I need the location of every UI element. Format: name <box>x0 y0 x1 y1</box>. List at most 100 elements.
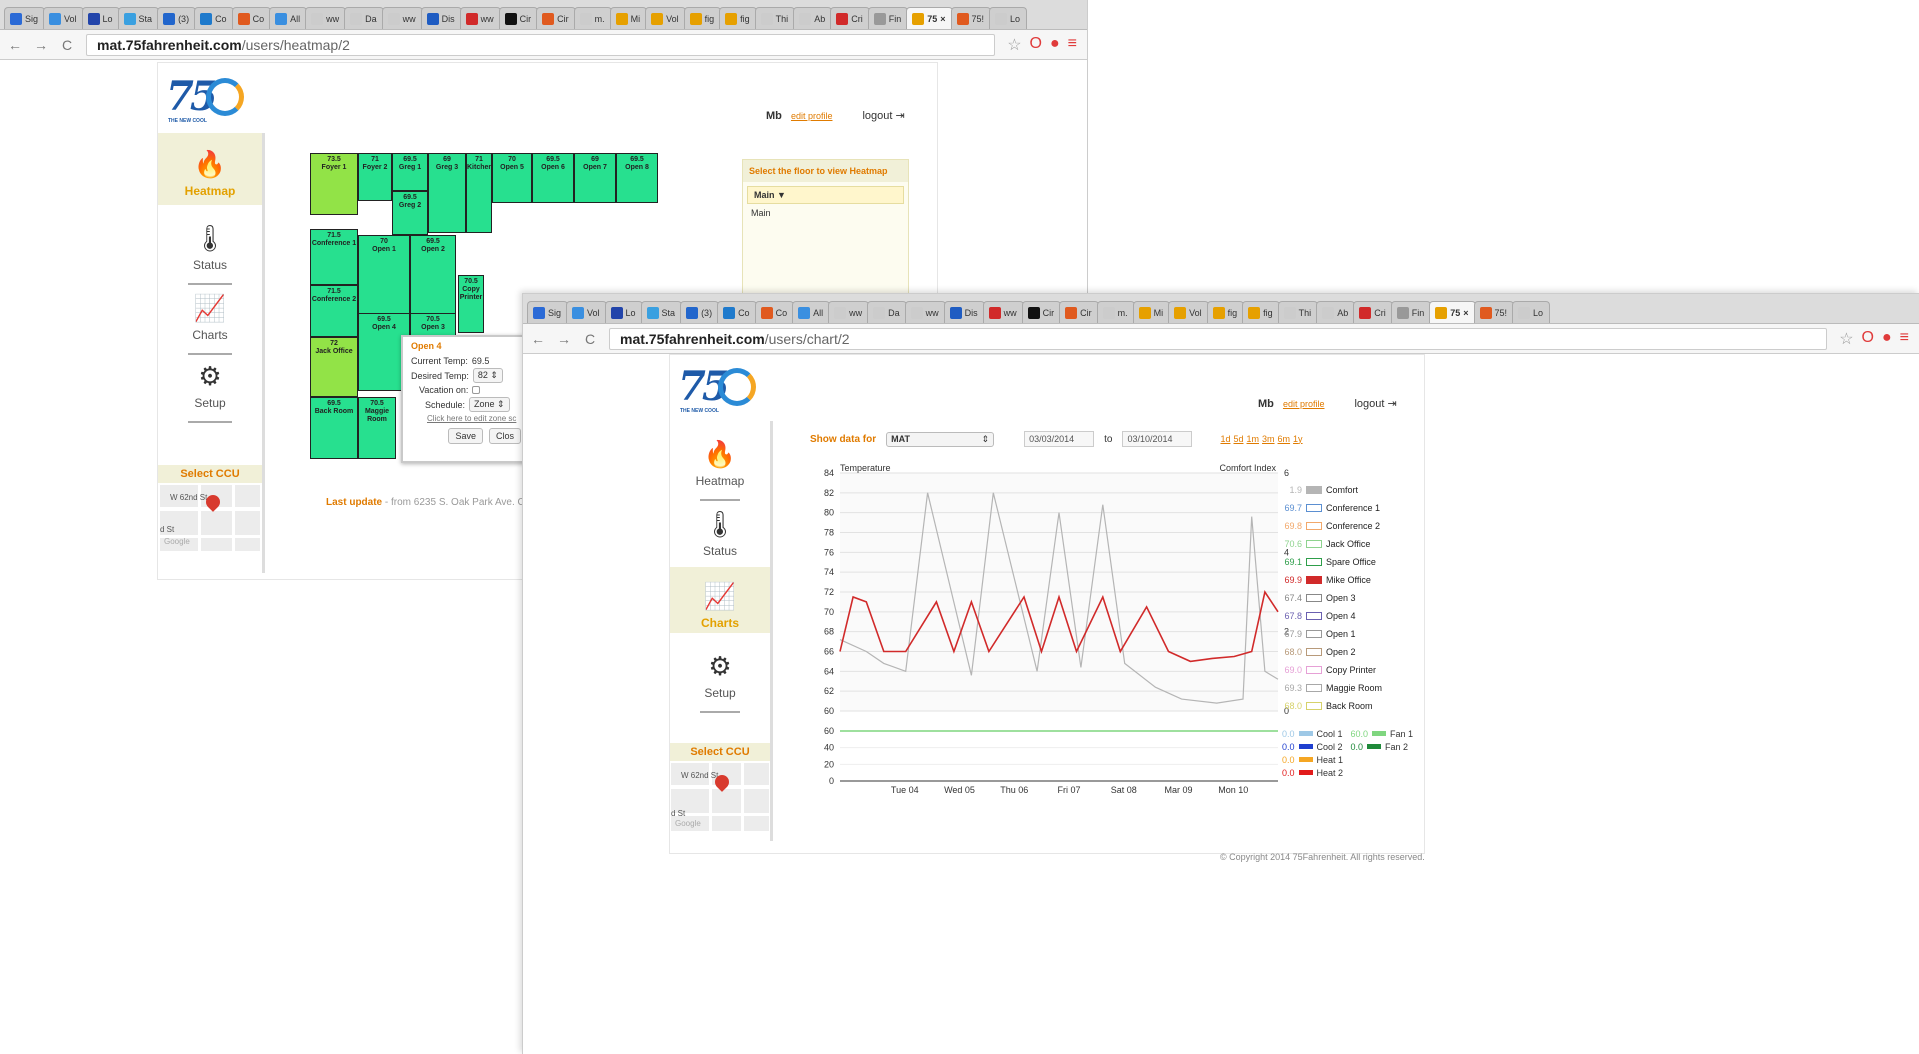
back-icon[interactable]: ← <box>531 331 545 347</box>
browser-tab[interactable]: Sig <box>4 7 46 29</box>
range-link[interactable]: 6m <box>1278 434 1291 444</box>
url-field[interactable]: mat.75fahrenheit.com/users/heatmap/2 <box>86 33 996 56</box>
reload-icon[interactable]: C <box>583 331 597 347</box>
reload-icon[interactable]: C <box>60 37 74 53</box>
star-icon[interactable]: ☆ <box>1007 35 1021 55</box>
browser-tab[interactable]: Thi <box>754 7 796 29</box>
browser-tab[interactable]: Fin <box>1390 301 1432 323</box>
zone-tile[interactable]: 69.5 Greg 2 <box>392 191 428 235</box>
zone-tile[interactable]: 71 Foyer 2 <box>358 153 392 201</box>
close-button[interactable]: Clos <box>488 428 521 444</box>
logout-link[interactable]: logout ⇥ <box>862 109 904 122</box>
browser-tab[interactable]: Co <box>194 7 234 29</box>
zone-tile[interactable]: 69 Greg 3 <box>428 153 466 233</box>
star-icon[interactable]: ☆ <box>1839 329 1853 349</box>
forward-icon[interactable]: → <box>557 331 571 347</box>
opera-icon[interactable]: O <box>1862 329 1874 349</box>
browser-tab[interactable]: Ab <box>793 7 833 29</box>
brand-logo[interactable]: 75 THE NEW COOL <box>678 363 756 414</box>
browser-tab[interactable]: m. <box>1096 301 1135 323</box>
zone-tile[interactable]: 70 Open 1 <box>358 235 410 325</box>
browser-tab[interactable]: Mi <box>609 7 648 29</box>
zone-tile[interactable]: 71.5 Conference 1 <box>310 229 358 285</box>
browser-tab[interactable]: 75! <box>950 7 992 29</box>
browser-tab[interactable]: (3) <box>157 7 197 29</box>
legend-item[interactable]: 1.9 Comfort <box>1282 481 1382 499</box>
browser-tab[interactable]: ww <box>381 7 423 29</box>
zone-tile[interactable]: 70.5 Maggie Room <box>358 397 396 459</box>
browser-tab[interactable]: Da <box>867 301 907 323</box>
range-link[interactable]: 1m <box>1247 434 1260 444</box>
browser-tab[interactable]: (3) <box>680 301 720 323</box>
zone-tile[interactable]: 70.5 Copy Printer <box>458 275 484 333</box>
browser-tab[interactable]: fig <box>1206 301 1245 323</box>
legend-item[interactable]: 67.9 Open 1 <box>1282 625 1382 643</box>
save-button[interactable]: Save <box>448 428 483 444</box>
browser-tab[interactable]: Vol <box>645 7 686 29</box>
browser-tab[interactable]: ww <box>305 7 347 29</box>
browser-tab[interactable]: Lo <box>1512 301 1551 323</box>
browser-tab[interactable]: Fin <box>867 7 909 29</box>
browser-tab[interactable]: All <box>269 7 308 29</box>
legend-item[interactable]: 68.0 Back Room <box>1282 697 1382 715</box>
range-link[interactable]: 1y <box>1293 434 1303 444</box>
ccu-map[interactable]: W 62nd St d St Google <box>671 763 769 831</box>
back-icon[interactable]: ← <box>8 37 22 53</box>
close-tab-icon[interactable]: × <box>940 14 945 24</box>
range-link[interactable]: 1d <box>1220 434 1230 444</box>
zone-tile[interactable]: 71.5 Conference 2 <box>310 285 358 337</box>
legend-item[interactable]: 67.8 Open 4 <box>1282 607 1382 625</box>
zone-tile[interactable]: 70 Open 5 <box>492 153 532 203</box>
legend-item[interactable]: 69.3 Maggie Room <box>1282 679 1382 697</box>
browser-tab[interactable]: Co <box>231 7 272 29</box>
zone-tile[interactable]: 72 Jack Office <box>310 337 358 397</box>
schedule-select[interactable]: Zone ⇕ <box>469 397 510 412</box>
browser-tab[interactable]: Sta <box>640 301 683 323</box>
floor-option[interactable]: Main <box>743 204 908 222</box>
browser-tab[interactable]: Cir <box>1059 301 1099 323</box>
ccu-map[interactable]: W 62nd St d St Google <box>160 485 260 551</box>
floor-select[interactable]: Main ▼ <box>747 186 904 204</box>
browser-tab[interactable]: Vol <box>566 301 607 323</box>
adblock-icon[interactable]: ● <box>1050 35 1060 55</box>
browser-tab[interactable]: Sta <box>117 7 160 29</box>
menu-icon[interactable]: ≡ <box>1900 329 1909 349</box>
browser-tab[interactable]: ww <box>828 301 870 323</box>
range-link[interactable]: 5d <box>1233 434 1243 444</box>
desired-temp-select[interactable]: 82 ⇕ <box>472 368 503 383</box>
browser-tab[interactable]: 75 × <box>906 7 953 29</box>
browser-tab[interactable]: Lo <box>604 301 643 323</box>
browser-tab[interactable]: 75 × <box>1429 301 1476 323</box>
browser-tab[interactable]: Thi <box>1277 301 1319 323</box>
browser-tab[interactable]: Dis <box>420 7 462 29</box>
browser-tab[interactable]: Sig <box>527 301 569 323</box>
nav-setup[interactable]: ⚙ Setup <box>158 361 262 423</box>
nav-heatmap[interactable]: 🔥 Heatmap <box>670 439 770 501</box>
logout-link[interactable]: logout ⇥ <box>1354 397 1396 410</box>
zone-tile[interactable]: 69.5 Greg 1 <box>392 153 428 191</box>
browser-tab[interactable]: fig <box>683 7 722 29</box>
legend-item[interactable]: 68.0 Open 2 <box>1282 643 1382 661</box>
zone-tile[interactable]: 71 Kitchen <box>466 153 492 233</box>
browser-tab[interactable]: Da <box>344 7 384 29</box>
browser-tab[interactable]: Ab <box>1316 301 1356 323</box>
vacation-checkbox[interactable] <box>472 386 481 394</box>
ccu-select[interactable]: MAT ⇕ <box>886 431 995 447</box>
legend-item[interactable]: 69.9 Mike Office <box>1282 571 1382 589</box>
zone-tile[interactable]: 73.5 Foyer 1 <box>310 153 358 215</box>
nav-heatmap[interactable]: 🔥 Heatmap <box>158 133 262 205</box>
adblock-icon[interactable]: ● <box>1882 329 1892 349</box>
nav-status[interactable]: 🌡 Status <box>670 509 770 567</box>
legend-item[interactable]: 67.4 Open 3 <box>1282 589 1382 607</box>
browser-tab[interactable]: Cir <box>536 7 576 29</box>
nav-status[interactable]: 🌡 Status <box>158 223 262 285</box>
zone-tile[interactable]: 69 Open 7 <box>574 153 616 203</box>
range-link[interactable]: 3m <box>1262 434 1275 444</box>
forward-icon[interactable]: → <box>34 37 48 53</box>
browser-tab[interactable]: Vol <box>43 7 84 29</box>
browser-tab[interactable]: Mi <box>1132 301 1171 323</box>
opera-icon[interactable]: O <box>1030 35 1042 55</box>
nav-charts[interactable]: 📈 Charts <box>158 293 262 355</box>
to-date-input[interactable]: 03/10/2014 <box>1122 431 1193 447</box>
nav-setup[interactable]: ⚙ Setup <box>670 651 770 713</box>
